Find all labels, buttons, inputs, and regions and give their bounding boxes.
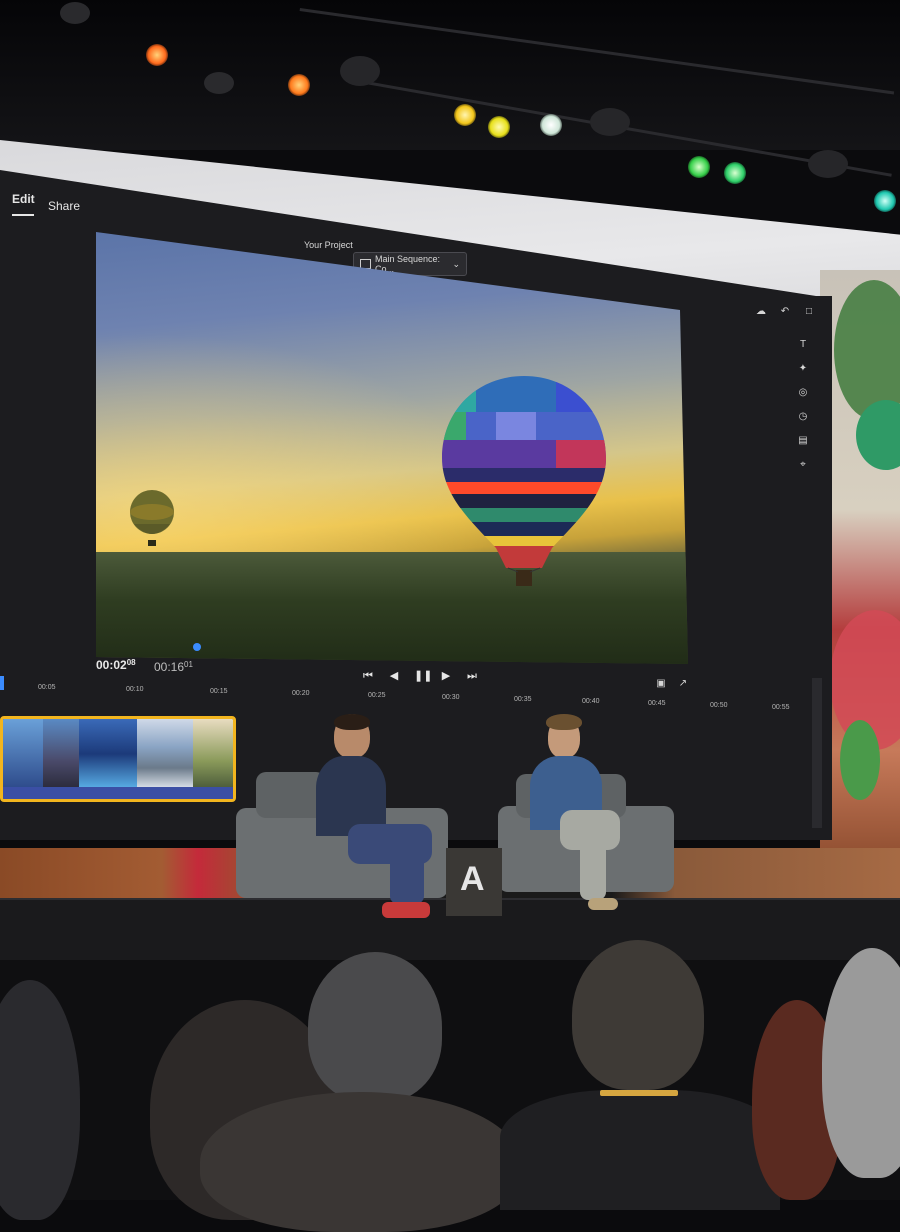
small-balloon-image — [130, 490, 174, 546]
audience-shoulders — [500, 1090, 780, 1210]
total-time-value: 00:16 — [154, 660, 185, 674]
stage-light — [724, 162, 746, 184]
total-frames: 01 — [184, 660, 193, 669]
stage-light — [688, 156, 710, 178]
speaker-shoe — [382, 902, 430, 918]
stage-light — [808, 150, 848, 178]
undo-icon[interactable]: ↶ — [778, 306, 792, 318]
tab-edit[interactable]: Edit — [12, 192, 35, 206]
scrubber-handle[interactable] — [193, 643, 201, 651]
active-tab-indicator — [12, 214, 34, 216]
ruler-tick: 00:20 — [292, 690, 310, 697]
timeline-scrollbar[interactable] — [812, 678, 822, 828]
stage-light — [540, 114, 562, 136]
stage-light — [874, 190, 896, 212]
speaker-leg — [580, 834, 606, 900]
audience-area — [0, 940, 900, 1232]
side-toolbar: T ✦ ◎ ◷ ▤ ⌖ — [796, 338, 810, 472]
tab-share[interactable]: Share — [48, 199, 80, 213]
ruler-tick: 00:05 — [38, 684, 56, 691]
background-artwork — [820, 270, 900, 870]
transform-icon[interactable]: ⌖ — [796, 458, 810, 472]
stage-light — [288, 74, 310, 96]
project-label: Your Project — [304, 240, 353, 250]
chevron-down-icon: ⌄ — [452, 258, 460, 269]
ruler-tick: 00:10 — [126, 686, 144, 693]
ruler-tick: 00:50 — [710, 702, 728, 709]
total-timecode: 00:1601 — [154, 660, 193, 674]
stage-light — [340, 56, 380, 86]
video-preview[interactable] — [96, 232, 688, 664]
hot-air-balloon-image — [442, 376, 606, 586]
audio-waveform — [3, 787, 233, 799]
comment-icon[interactable]: □ — [802, 306, 816, 318]
speed-icon[interactable]: ◷ — [796, 410, 810, 424]
artwork-shape — [840, 720, 880, 800]
ruler-tick: 00:55 — [772, 704, 790, 711]
stage-light — [60, 2, 90, 24]
stage-light — [204, 72, 234, 94]
audience-head — [0, 980, 80, 1220]
audience-head — [572, 940, 704, 1090]
clip-thumbnail — [137, 719, 193, 789]
speaker-leg — [390, 844, 424, 904]
clip-thumbnail — [193, 719, 233, 789]
speaker-hair — [334, 714, 370, 730]
cloud-icon[interactable]: ☁ — [754, 306, 768, 318]
color-icon[interactable]: ◎ — [796, 386, 810, 400]
timeline-ruler: 00:05 00:10 00:15 00:20 00:25 00:30 00:3… — [0, 680, 820, 711]
current-frames: 08 — [126, 658, 136, 667]
ruler-tick: 00:45 — [648, 700, 666, 707]
stage-light — [488, 116, 510, 138]
current-time-value: 00:02 — [96, 658, 127, 672]
right-speaker — [530, 714, 640, 914]
audio-icon[interactable]: ▤ — [796, 434, 810, 448]
ruler-tick: 00:30 — [442, 694, 460, 701]
speaker-hair — [546, 714, 582, 730]
clip-thumbnail — [3, 719, 43, 789]
top-toolbar: ☁ ↶ □ — [754, 306, 816, 318]
ruler-tick: 00:15 — [210, 688, 228, 695]
stage-light — [454, 104, 476, 126]
stage-light — [590, 108, 630, 136]
ruler-tick: 00:25 — [368, 692, 386, 699]
stage-light — [146, 44, 168, 66]
effects-icon[interactable]: ✦ — [796, 362, 810, 376]
audience-head — [200, 1092, 520, 1232]
left-speaker — [312, 714, 432, 924]
text-icon[interactable]: T — [796, 338, 810, 352]
brand-logo-glyph: A — [460, 860, 485, 898]
ruler-tick: 00:35 — [514, 696, 532, 703]
video-clip[interactable] — [0, 716, 236, 802]
clip-thumbnail — [79, 719, 137, 789]
speaker-shoe — [588, 898, 618, 910]
audience-head — [308, 952, 442, 1102]
clip-thumbnail — [43, 719, 79, 789]
audience-collar — [600, 1090, 678, 1096]
ruler-tick: 00:40 — [582, 698, 600, 705]
current-timecode: 00:0208 — [96, 658, 136, 672]
artwork-shape — [834, 280, 900, 420]
audience-head — [822, 948, 900, 1178]
